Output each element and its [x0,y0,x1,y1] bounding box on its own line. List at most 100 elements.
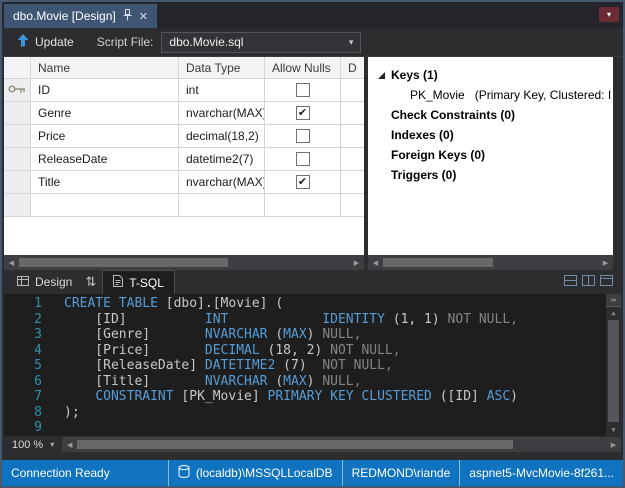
column-name-cell[interactable]: Price [31,125,179,148]
dropdown-arrow-icon: ▾ [349,37,354,48]
allow-nulls-checkbox[interactable] [296,152,310,166]
code-line[interactable]: 6 [Title] NVARCHAR (MAX) NULL, [4,374,605,390]
scroll-right-icon[interactable]: ▶ [349,259,364,267]
allow-nulls-cell [265,148,341,171]
editor-vertical-scrollbar[interactable]: ═ ▲ ▼ [606,294,621,436]
code-line[interactable]: 8); [4,405,605,421]
code-line[interactable]: 2 [ID] INT IDENTITY (1, 1) NOT NULL, [4,312,605,328]
context-panel-item[interactable]: Check Constraints (0) [378,105,613,125]
code-text: [Price] DECIMAL (18, 2) NOT NULL, [64,343,401,359]
scrollbar-thumb[interactable] [608,320,619,422]
row-selector[interactable] [4,148,31,171]
code-line[interactable]: 7 CONSTRAINT [PK_Movie] PRIMARY KEY CLUS… [4,389,605,405]
allow-nulls-checkbox[interactable]: ✔ [296,175,310,189]
context-horizontal-scrollbar[interactable]: ◀ ▶ [368,255,613,270]
extra-cell [341,171,364,194]
column-name-cell[interactable]: ReleaseDate [31,148,179,171]
scroll-right-icon[interactable]: ▶ [606,441,621,449]
data-type-cell[interactable]: int [179,79,265,102]
status-database-segment: aspnet5-MvcMovie-8f261... [459,460,623,486]
column-header-data-type: Data Type [179,57,265,79]
extra-cell [341,79,364,102]
code-text: [ReleaseDate] DATETIME2 (7) NOT NULL, [64,358,393,374]
window-menu-button[interactable]: ▾ [599,7,619,22]
script-file-dropdown[interactable]: dbo.Movie.sql ▾ [161,32,361,53]
extra-cell [341,125,364,148]
row-selector[interactable] [4,194,31,217]
column-name-cell[interactable]: Title [31,171,179,194]
code-line[interactable]: 4 [Price] DECIMAL (18, 2) NOT NULL, [4,343,605,359]
table-row: Pricedecimal(18,2) [4,125,364,148]
scrollbar-thumb[interactable] [383,258,493,267]
editor-horizontal-scrollbar[interactable]: ◀ ▶ [62,437,621,452]
zoom-dropdown-icon: ▾ [50,440,54,449]
tsql-editor[interactable]: 1 CREATE TABLE [dbo].[Movie] (2 [ID] INT … [4,294,621,436]
allow-nulls-cell [265,79,341,102]
allow-nulls-checkbox[interactable]: ✔ [296,106,310,120]
scroll-left-icon[interactable]: ◀ [62,441,77,449]
code-line[interactable]: 5 [ReleaseDate] DATETIME2 (7) NOT NULL, [4,358,605,374]
code-text: CREATE TABLE [dbo].[Movie] ( [64,296,283,312]
context-panel-item[interactable]: Foreign Keys (0) [378,145,613,165]
scroll-right-icon[interactable]: ▶ [598,259,613,267]
allow-nulls-cell: ✔ [265,102,341,125]
row-selector[interactable] [4,102,31,125]
allow-nulls-checkbox[interactable] [296,83,310,97]
context-panel-item[interactable]: Keys (1) [378,65,613,85]
code-text: [Genre] NVARCHAR (MAX) NULL, [64,327,361,343]
scrollbar-thumb[interactable] [19,258,228,267]
close-icon[interactable]: ✕ [139,10,148,23]
context-panel-item[interactable]: Indexes (0) [378,125,613,145]
tab-dbo-movie-design[interactable]: dbo.Movie [Design] ✕ [4,4,157,28]
column-header-allow-nulls: Allow Nulls [265,57,341,79]
expander-icon[interactable] [378,72,385,79]
column-name-cell[interactable]: Genre [31,102,179,125]
context-item-label: PK_Movie (Primary Key, Clustered: I [410,88,611,102]
row-selector[interactable] [4,125,31,148]
column-name-cell[interactable] [31,194,179,217]
update-button[interactable]: Update [10,31,81,53]
design-grid-icon [17,275,29,290]
data-type-cell[interactable]: nvarchar(MAX) [179,102,265,125]
data-type-cell[interactable] [179,194,265,217]
split-horizontal-icon[interactable] [564,275,577,289]
tab-tsql[interactable]: T-SQL [102,270,175,294]
scroll-left-icon[interactable]: ◀ [4,259,19,267]
table-designer-pane: NameData TypeAllow NullsD IDintGenrenvar… [4,57,364,270]
designer-horizontal-scrollbar[interactable]: ◀ ▶ [4,255,364,270]
context-item-label: Check Constraints (0) [391,108,515,122]
context-item-label: Keys (1) [391,68,438,82]
context-panel-item[interactable]: PK_Movie (Primary Key, Clustered: I [378,85,613,105]
row-selector[interactable] [4,171,31,194]
scrollbar-thumb[interactable] [77,440,513,449]
scroll-down-icon[interactable]: ▼ [606,424,621,436]
data-type-cell[interactable]: datetime2(7) [179,148,265,171]
column-name-cell[interactable]: ID [31,79,179,102]
code-line[interactable]: 1 CREATE TABLE [dbo].[Movie] ( [4,296,605,312]
scroll-left-icon[interactable]: ◀ [368,259,383,267]
scroll-up-icon[interactable]: ▲ [606,307,621,319]
allow-nulls-checkbox[interactable] [296,129,310,143]
context-panel-item[interactable]: Triggers (0) [378,165,613,185]
code-text: [ID] INT IDENTITY (1, 1) NOT NULL, [64,312,518,328]
code-line[interactable]: 3 [Genre] NVARCHAR (MAX) NULL, [4,327,605,343]
data-type-cell[interactable]: nvarchar(MAX) [179,171,265,194]
line-number: 6 [4,374,42,390]
single-pane-icon[interactable] [600,275,613,289]
table-row: Titlenvarchar(MAX) ✔ [4,171,364,194]
allow-nulls-cell [265,125,341,148]
line-number: 1 [4,296,42,312]
swap-panes-icon[interactable]: ⇅ [85,274,96,290]
data-type-cell[interactable]: decimal(18,2) [179,125,265,148]
tab-design[interactable]: Design [10,272,79,293]
column-header-name: Name [31,57,179,79]
update-label: Update [35,35,74,49]
split-vertical-icon[interactable] [582,275,595,289]
pane-tab-strip: Design ⇅ T-SQL [2,270,623,294]
zoom-control[interactable]: 100 % ▾ [4,439,62,451]
row-selector[interactable] [4,79,31,102]
row-selector-header [4,57,31,79]
code-line[interactable]: 9 [4,420,605,436]
pin-icon[interactable] [123,9,132,24]
splitter-grip-icon[interactable]: ═ [606,294,621,307]
